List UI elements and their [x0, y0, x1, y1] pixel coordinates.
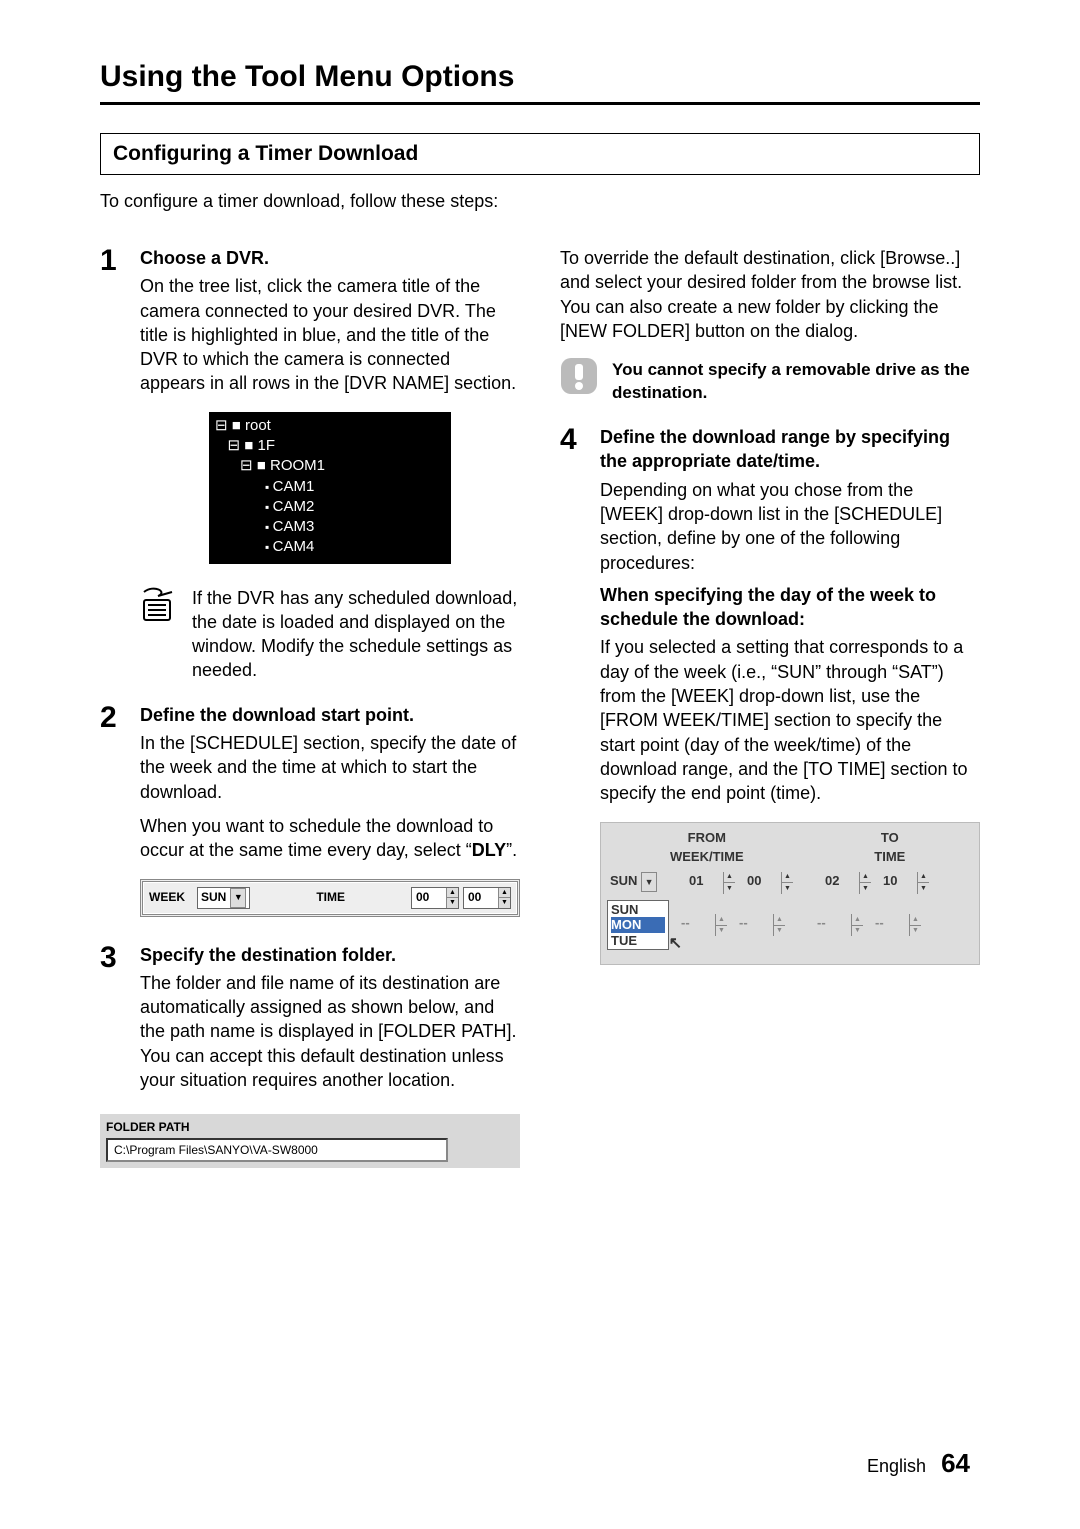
disabled-spinner: --▲▼: [871, 914, 921, 936]
tree-screenshot: ⊟ root ⊟ 1F ⊟ ROOM1 CAM1 CAM2 CAM3 CAM4: [209, 412, 451, 564]
step-3: 3 Specify the destination folder. The fo…: [100, 943, 520, 1093]
step-text: In the [SCHEDULE] section, specify the d…: [140, 731, 520, 804]
time-label: TIME: [807, 848, 973, 866]
step-heading: Define the download range by specifying …: [600, 425, 980, 474]
caution-text: You cannot specify a removable drive as …: [612, 359, 980, 405]
time-label: TIME: [256, 882, 405, 914]
intro-text: To configure a timer download, follow th…: [100, 191, 980, 212]
from-minute-spinner[interactable]: 00▲▼: [743, 872, 793, 894]
list-item[interactable]: MON: [611, 917, 665, 933]
minute-spinner[interactable]: 00 ▲▼: [463, 887, 511, 909]
step-heading: Choose a DVR.: [140, 246, 520, 270]
folder-path-screenshot: FOLDER PATH C:\Program Files\SANYO\VA-SW…: [100, 1114, 520, 1168]
week-listbox[interactable]: SUN MON TUE ↖: [607, 900, 669, 951]
tree-cam2: CAM2: [273, 498, 315, 515]
list-item[interactable]: SUN: [611, 902, 638, 917]
step-text: When you want to schedule the download t…: [140, 814, 520, 863]
list-item[interactable]: TUE: [611, 933, 637, 948]
caution-icon: [560, 357, 598, 395]
schedule-bar-screenshot: WEEK SUN ▼ TIME 00 ▲▼: [140, 879, 520, 917]
step-number: 2: [100, 703, 128, 917]
step-text: If you selected a setting that correspon…: [600, 635, 980, 805]
page-footer: English 64: [867, 1448, 970, 1479]
right-column: To override the default destination, cli…: [560, 246, 980, 1168]
step-subheading: When specifying the day of the week to s…: [600, 583, 980, 632]
to-label: TO: [807, 829, 973, 847]
step-heading: Define the download start point.: [140, 703, 520, 727]
section-heading: Configuring a Timer Download: [100, 133, 980, 175]
caution-block: You cannot specify a removable drive as …: [560, 357, 980, 405]
tree-cam3: CAM3: [273, 518, 315, 535]
chevron-down-icon: ▼: [230, 888, 246, 908]
step-text: Depending on what you chose from the [WE…: [600, 478, 980, 575]
tree-1f: 1F: [257, 437, 275, 454]
from-week-dropdown[interactable]: SUN ▼: [607, 872, 677, 894]
weektime-label: WEEK/TIME: [607, 848, 807, 866]
tree-cam4: CAM4: [273, 538, 315, 555]
step-text: On the tree list, click the camera title…: [140, 274, 520, 395]
hour-spinner[interactable]: 00 ▲▼: [411, 887, 459, 909]
note-block: If the DVR has any scheduled download, t…: [138, 586, 520, 683]
week-dropdown[interactable]: SUN ▼: [197, 887, 250, 909]
tree-cam1: CAM1: [273, 478, 315, 495]
title-rule: [100, 102, 980, 105]
folder-path-field[interactable]: C:\Program Files\SANYO\VA-SW8000: [106, 1138, 448, 1162]
step-text: The folder and file name of its destinat…: [140, 971, 520, 1092]
disabled-spinner: --▲▼: [677, 914, 727, 936]
folder-icon: [232, 417, 245, 434]
step-number: 1: [100, 246, 128, 564]
camera-icon: [265, 538, 273, 555]
note-icon: [138, 586, 178, 627]
step-number: 3: [100, 943, 128, 1093]
from-hour-spinner[interactable]: 01▲▼: [685, 872, 735, 894]
disabled-spinner: --▲▼: [813, 914, 863, 936]
step-4: 4 Define the download range by specifyin…: [560, 425, 980, 965]
tree-root: root: [245, 417, 271, 434]
page-number: 64: [941, 1448, 970, 1478]
step-1: 1 Choose a DVR. On the tree list, click …: [100, 246, 520, 564]
from-to-screenshot: FROM TO WEEK/TIME TIME SUN ▼: [600, 822, 980, 966]
chevron-down-icon: ▼: [641, 872, 657, 892]
note-text: If the DVR has any scheduled download, t…: [192, 586, 520, 683]
step-heading: Specify the destination folder.: [140, 943, 520, 967]
to-minute-spinner[interactable]: 10▲▼: [879, 872, 929, 894]
from-label: FROM: [607, 829, 807, 847]
tree-room1: ROOM1: [270, 457, 325, 474]
disabled-spinner: --▲▼: [735, 914, 785, 936]
step-2: 2 Define the download start point. In th…: [100, 703, 520, 917]
week-label: WEEK: [143, 882, 191, 914]
to-hour-spinner[interactable]: 02▲▼: [821, 872, 871, 894]
step-3-continued: To override the default destination, cli…: [560, 246, 980, 343]
footer-language: English: [867, 1456, 926, 1476]
camera-icon: [265, 518, 273, 535]
step-number: 4: [560, 425, 588, 965]
camera-icon: [265, 478, 273, 495]
folder-icon: [257, 457, 270, 474]
page-title: Using the Tool Menu Options: [100, 60, 980, 94]
left-column: 1 Choose a DVR. On the tree list, click …: [100, 246, 520, 1168]
folder-icon: [244, 437, 257, 454]
camera-icon: [265, 498, 273, 515]
cursor-icon: ↖: [669, 934, 682, 953]
folder-path-label: FOLDER PATH: [106, 1120, 514, 1134]
